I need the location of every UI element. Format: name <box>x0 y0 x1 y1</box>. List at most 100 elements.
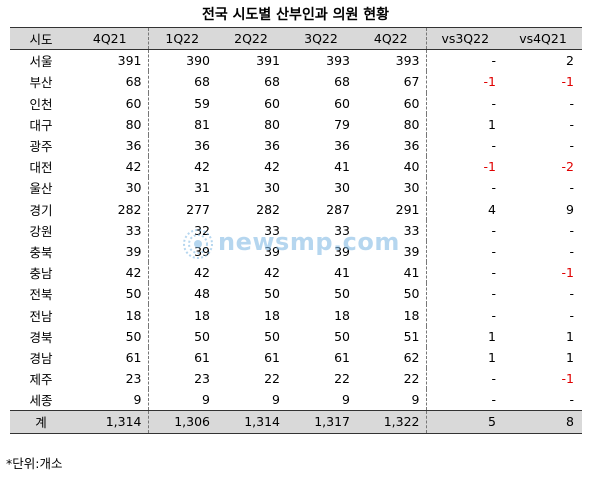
vs3q22-cell: - <box>425 283 504 305</box>
value-cell: 9 <box>272 392 280 408</box>
total-value: 1,322 <box>356 410 426 434</box>
value-cell: 50 <box>125 328 142 344</box>
value-cell: 9 <box>411 392 420 408</box>
value-cell: 30 <box>264 180 280 196</box>
value-cell: 80 <box>264 116 280 132</box>
value-cell: 33 <box>264 222 280 238</box>
table-row: 대전 42 42 42 41 40 -1 -2 <box>10 156 582 178</box>
value-cell: 23 <box>125 371 142 387</box>
value-cell: 80 <box>125 116 142 132</box>
table-row: 제주 23 23 22 22 22- -1 <box>10 368 582 390</box>
total-label: 계 <box>10 410 72 434</box>
header-3q22: 3Q22 <box>286 26 356 51</box>
vs4q21-cell: - <box>569 138 574 154</box>
vs3q22-cell: 1 <box>425 346 504 368</box>
table-title: 전국 시도별 산부인과 의원 현황 <box>202 7 389 23</box>
table-row: 광주 36 36 36 36 36- - <box>10 134 582 157</box>
header-vs4q21: vs4Q21 <box>504 26 582 51</box>
table-row: 부산 68 68 68 68 67 -1 -1 <box>10 71 582 93</box>
unit-note: *단위:개소 <box>6 456 63 471</box>
value-cell: 33 <box>125 222 142 238</box>
value-cell: 282 <box>117 201 142 217</box>
region-cell: 충남 <box>29 266 53 282</box>
value-cell: 30 <box>125 180 142 196</box>
value-cell: 62 <box>403 349 420 365</box>
vs4q21-cell: - <box>569 243 574 259</box>
vs3q22-cell: - <box>425 389 504 411</box>
value-cell: 59 <box>147 92 216 114</box>
value-cell: 80 <box>403 116 420 132</box>
value-cell: 32 <box>147 219 216 241</box>
value-cell: 50 <box>334 286 350 302</box>
value-cell: 18 <box>147 304 216 326</box>
region-cell: 경북 <box>29 329 53 345</box>
value-cell: 50 <box>334 328 350 344</box>
region-cell: 대구 <box>29 117 53 133</box>
region-cell: 충북 <box>29 244 53 260</box>
value-cell: 277 <box>147 198 216 220</box>
region-cell: 제주 <box>29 372 53 388</box>
value-cell: 61 <box>125 349 142 365</box>
region-cell: 전북 <box>29 287 53 303</box>
vs3q22-cell: - <box>425 368 504 390</box>
value-cell: 393 <box>395 53 420 69</box>
value-cell: 18 <box>403 307 420 323</box>
value-cell: 30 <box>403 180 420 196</box>
header-4q22: 4Q22 <box>356 26 426 51</box>
header-vs3q22: vs3Q22 <box>425 26 504 51</box>
value-cell: 39 <box>334 243 350 259</box>
region-cell: 세종 <box>29 393 53 409</box>
vs4q21-cell: - <box>569 95 574 111</box>
value-cell: 36 <box>125 138 142 154</box>
value-cell: 40 <box>403 159 420 175</box>
region-cell: 광주 <box>29 139 53 155</box>
vs4q21-cell: - <box>569 180 574 196</box>
table-row: 울산 30 31 30 30 30- - <box>10 177 582 199</box>
value-cell: 68 <box>334 74 350 90</box>
region-cell: 울산 <box>29 181 53 197</box>
vs4q21-cell: - <box>569 116 574 132</box>
vs3q22-cell: -1 <box>425 156 504 178</box>
table-row: 대구 80 81 80 79 80 1 - <box>10 113 582 135</box>
table-row: 세종 9 9 9 9 9- - <box>10 389 582 411</box>
value-cell: 41 <box>334 265 350 281</box>
value-cell: 39 <box>403 243 420 259</box>
value-cell: 31 <box>147 177 216 199</box>
value-cell: 39 <box>147 240 216 263</box>
vs4q21-cell: 1 <box>566 328 574 344</box>
value-cell: 79 <box>334 116 350 132</box>
value-cell: 36 <box>264 138 280 154</box>
value-cell: 41 <box>334 159 350 175</box>
value-cell: 9 <box>147 389 216 411</box>
vs4q21-cell: -1 <box>561 265 574 281</box>
region-cell: 서울 <box>29 54 53 70</box>
vs3q22-cell: - <box>425 262 504 284</box>
value-cell: 282 <box>256 201 280 217</box>
value-cell: 50 <box>264 286 280 302</box>
value-cell: 60 <box>334 95 350 111</box>
region-cell: 강원 <box>29 223 53 239</box>
value-cell: 81 <box>147 113 216 135</box>
header-region: 시도 <box>10 26 72 51</box>
value-cell: 22 <box>403 371 420 387</box>
value-cell: 18 <box>125 307 142 323</box>
value-cell: 9 <box>133 392 142 408</box>
value-cell: 18 <box>264 307 280 323</box>
total-value: 1,317 <box>286 410 356 434</box>
value-cell: 33 <box>334 222 350 238</box>
value-cell: 42 <box>125 159 142 175</box>
vs3q22-cell: 4 <box>425 198 504 220</box>
vs3q22-cell: 1 <box>425 325 504 347</box>
vs4q21-cell: 9 <box>566 201 574 217</box>
vs4q21-cell: 2 <box>566 53 574 69</box>
value-cell: 391 <box>256 53 280 69</box>
value-cell: 60 <box>264 95 280 111</box>
region-cell: 전남 <box>29 308 53 324</box>
value-cell: 61 <box>334 349 350 365</box>
vs4q21-cell: - <box>569 286 574 302</box>
value-cell: 68 <box>125 74 142 90</box>
value-cell: 23 <box>147 368 216 390</box>
value-cell: 22 <box>334 371 350 387</box>
table-body: 서울 391 390 391 393 393-2 부산 68 68 68 68 67 -1 -1 인천 60 5… <box>10 49 582 411</box>
value-cell: 42 <box>125 265 142 281</box>
